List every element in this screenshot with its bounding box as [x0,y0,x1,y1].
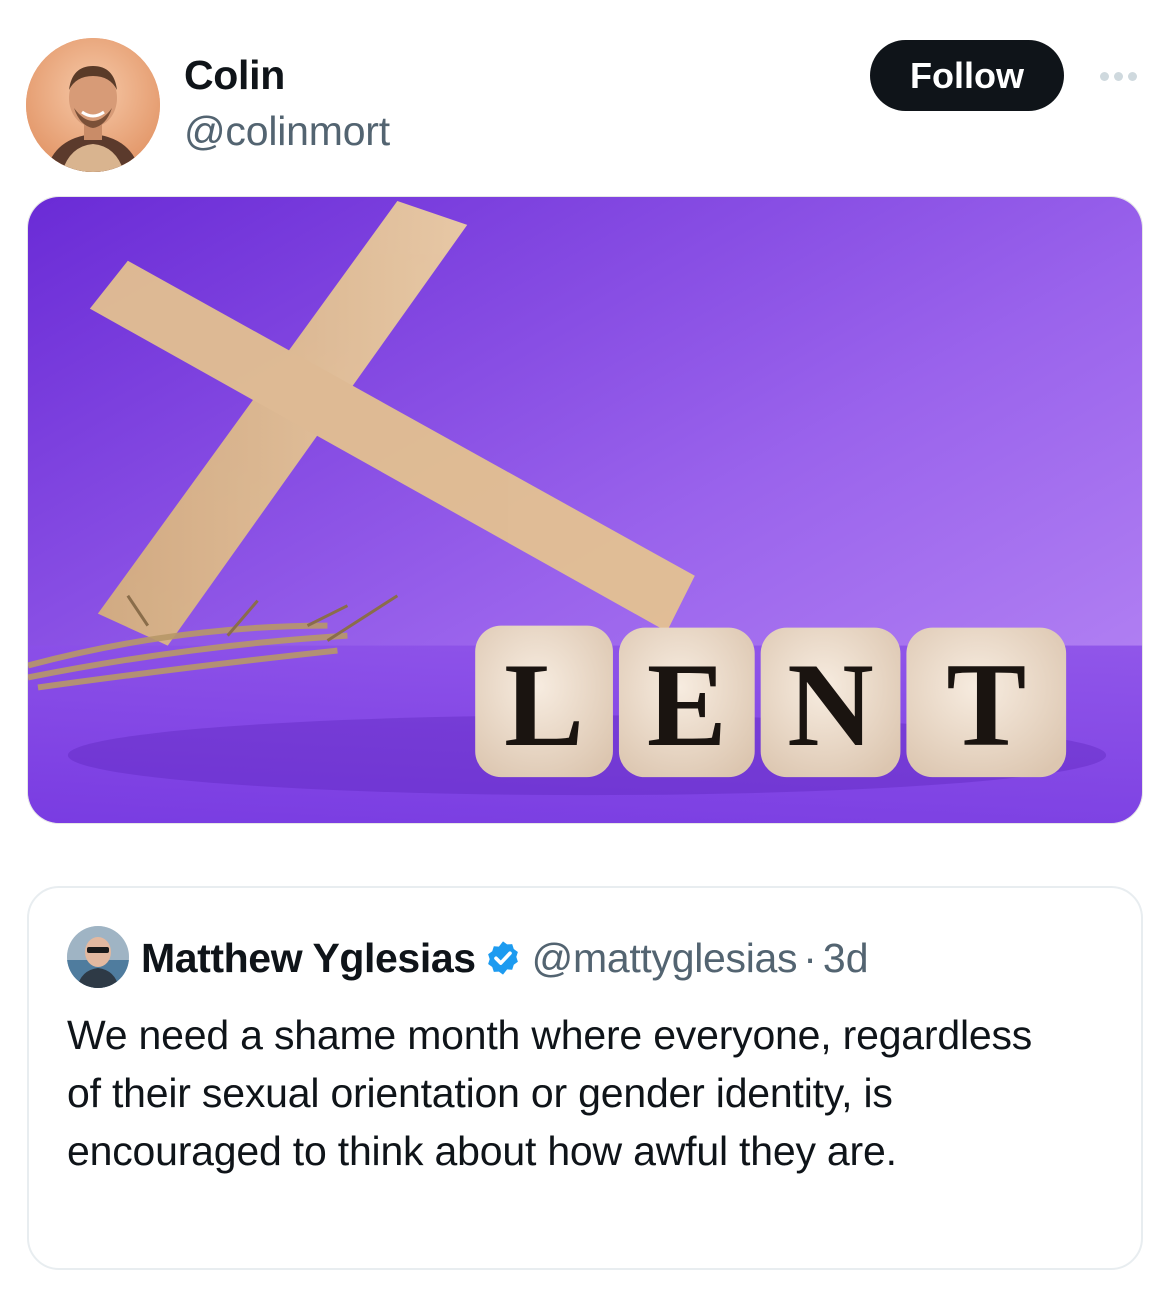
quoted-tweet[interactable]: Matthew Yglesias @mattyglesias · 3d We n… [27,886,1143,1270]
follow-button[interactable]: Follow [870,40,1064,111]
tweet-card: Colin @colinmort Follow L E N T Matthew … [0,0,1170,1310]
quoted-tweet-text: We need a shame month where everyone, re… [67,1012,1033,1174]
author-avatar[interactable] [26,38,160,172]
die-letter-l: L [504,638,584,771]
lent-cross-image: L E N T [28,197,1142,823]
die-letter-n: N [787,638,873,771]
die-letter-t: T [946,638,1026,771]
more-dot [1113,71,1123,81]
more-horizontal-icon [1099,71,1109,81]
die-letter-e: E [647,638,727,771]
quoted-handle[interactable]: @mattyglesias [532,932,798,984]
quoted-separator: · [803,935,817,981]
more-options-button[interactable] [1090,56,1146,96]
verified-badge-icon [484,939,522,977]
quoted-avatar-photo-icon [67,926,129,988]
quoted-tweet-header: Matthew Yglesias @mattyglesias · 3d [141,932,869,984]
more-dot [1127,71,1137,81]
quoted-timestamp[interactable]: 3d [823,932,869,984]
author-handle[interactable]: @colinmort [184,108,390,155]
tweet-media-image[interactable]: L E N T [27,196,1143,824]
author-display-name[interactable]: Colin [184,52,285,99]
quoted-author-avatar[interactable] [67,926,129,988]
quoted-display-name[interactable]: Matthew Yglesias [141,932,476,984]
avatar-photo-icon [26,38,160,172]
